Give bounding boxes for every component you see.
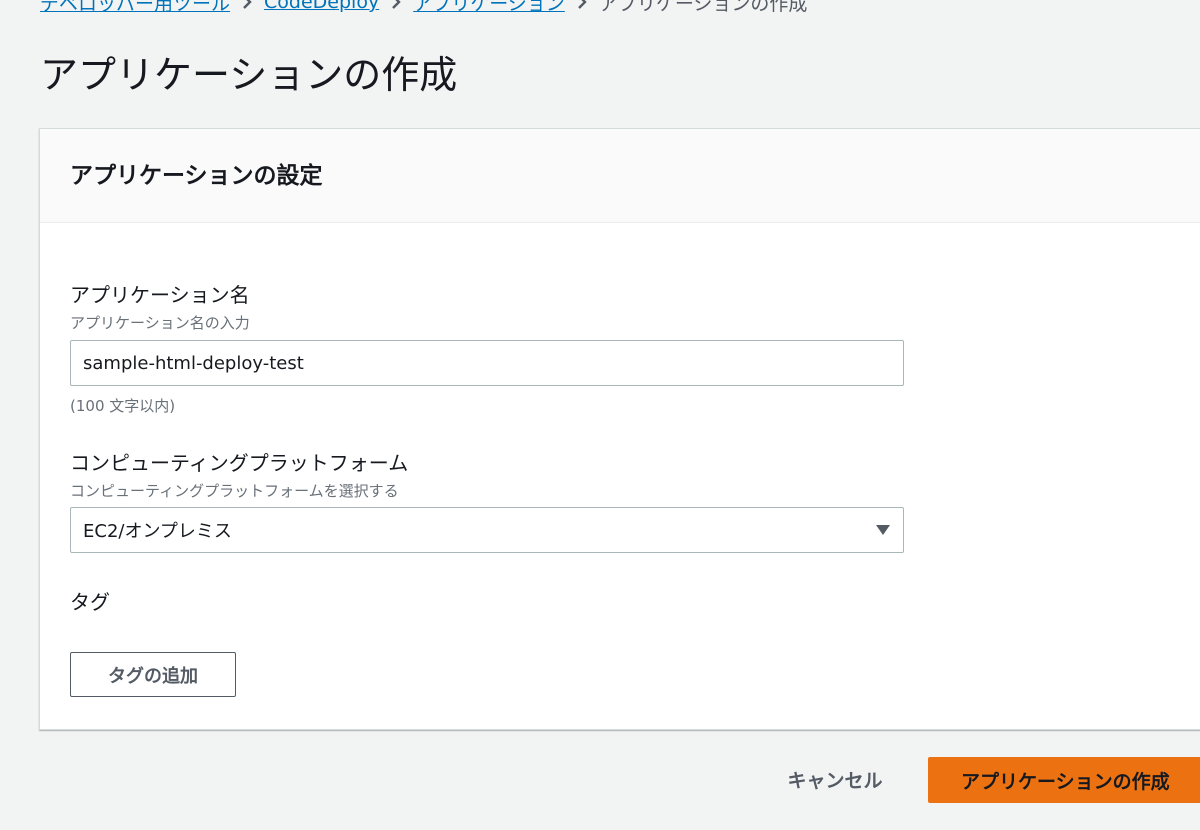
caret-down-icon [876,525,890,535]
tags-label: タグ [70,590,110,614]
card-header: アプリケーションの設定 [40,129,1200,223]
breadcrumb-applications[interactable]: アプリケーション [413,0,565,16]
chevron-right-icon [379,0,413,13]
card-title: アプリケーションの設定 [70,162,323,189]
chevron-right-icon [565,0,599,13]
compute-platform-description: コンピューティングプラットフォームを選択する [70,482,399,500]
add-tag-button[interactable]: タグの追加 [70,652,236,697]
application-name-description: アプリケーション名の入力 [70,314,250,332]
compute-platform-label: コンピューティングプラットフォーム [70,451,409,475]
breadcrumb-developer-tools[interactable]: デベロッパー用ツール [40,0,230,16]
compute-platform-value: EC2/オンプレミス [83,521,232,542]
page: デベロッパー用ツール CodeDeploy アプリケーション アプリケーションの… [0,0,1200,830]
application-name-label: アプリケーション名 [70,283,250,307]
breadcrumb-codedeploy[interactable]: CodeDeploy [264,0,379,13]
application-settings-card: アプリケーションの設定 アプリケーション名 アプリケーション名の入力 (100 … [39,128,1200,730]
page-title: アプリケーションの作成 [40,53,458,97]
compute-platform-select[interactable]: EC2/オンプレミス [70,507,904,553]
breadcrumb: デベロッパー用ツール CodeDeploy アプリケーション アプリケーションの… [40,0,808,16]
application-name-constraint: (100 文字以内) [70,397,176,415]
breadcrumb-current: アプリケーションの作成 [598,0,808,15]
application-name-input[interactable] [70,340,904,386]
cancel-button[interactable]: キャンセル [760,757,910,802]
chevron-right-icon [230,0,264,13]
create-application-button[interactable]: アプリケーションの作成 [928,757,1200,803]
